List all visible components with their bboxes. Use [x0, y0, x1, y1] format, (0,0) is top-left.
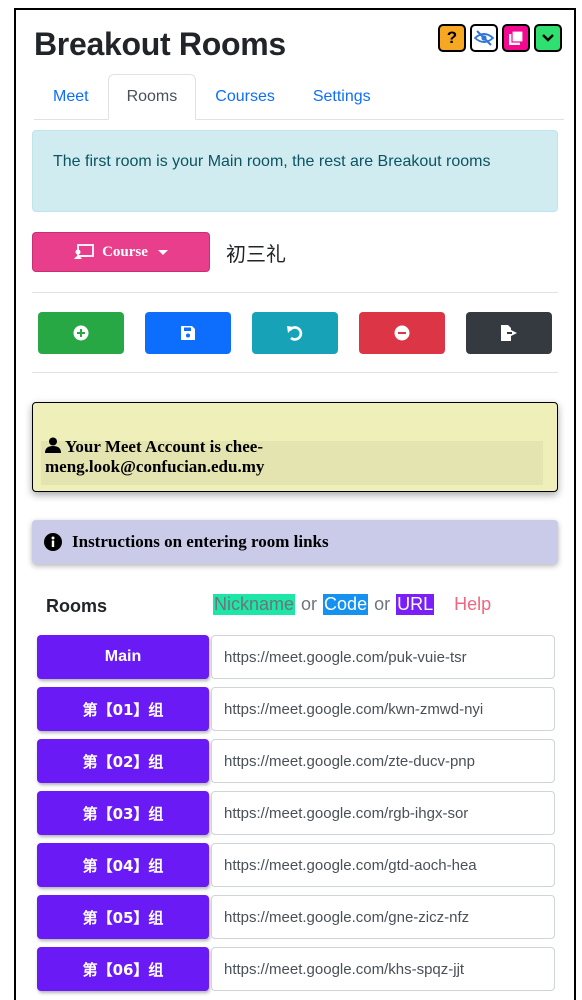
room-button-01[interactable]: 第【01】组: [37, 687, 209, 731]
legend-or: or: [301, 594, 318, 614]
tab-rooms[interactable]: Rooms: [107, 74, 197, 120]
room-button-02[interactable]: 第【02】组: [37, 739, 209, 783]
course-button-label: Course: [102, 243, 148, 260]
tab-meet[interactable]: Meet: [34, 74, 108, 119]
tab-bar: Meet Rooms Courses Settings: [34, 74, 564, 120]
room-link-input[interactable]: [211, 843, 555, 887]
hide-eye-icon[interactable]: [470, 24, 498, 52]
divider: [32, 292, 558, 293]
room-row: 第【05】组: [37, 895, 555, 939]
add-room-button[interactable]: [38, 312, 124, 354]
tab-courses[interactable]: Courses: [196, 74, 294, 119]
course-dropdown-button[interactable]: Course: [32, 232, 210, 272]
instructions-label: Instructions on entering room links: [72, 532, 329, 551]
rooms-heading: Rooms: [46, 596, 108, 616]
room-link-input[interactable]: [211, 739, 555, 783]
room-row: 第【04】组: [37, 843, 555, 887]
chevron-down-icon[interactable]: [534, 24, 562, 52]
page-title: Breakout Rooms: [34, 26, 286, 62]
room-button-main[interactable]: Main: [37, 635, 209, 679]
room-row: 第【02】组: [37, 739, 555, 783]
meet-account-text: Your Meet Account is chee-meng.look@conf…: [45, 437, 465, 476]
chalkboard-teacher-icon: [74, 244, 94, 259]
extension-panel: Breakout Rooms ? Meet Rooms Courses Sett…: [14, 8, 576, 1000]
save-button[interactable]: [145, 312, 231, 354]
room-link-input[interactable]: [211, 687, 555, 731]
room-link-input[interactable]: [211, 895, 555, 939]
course-row: Course 初三礼: [32, 232, 558, 276]
help-link[interactable]: Help: [454, 594, 491, 615]
rooms-legend: Nickname or Code or URL Help: [213, 594, 491, 615]
room-link-input[interactable]: [211, 791, 555, 835]
undo-button[interactable]: [252, 312, 338, 354]
undo-icon: [287, 326, 303, 341]
room-row: 第【01】组: [37, 687, 555, 731]
info-alert: The first room is your Main room, the re…: [32, 130, 558, 212]
caret-down-icon: [157, 249, 168, 255]
info-circle-icon: [44, 533, 62, 551]
instructions-toggle[interactable]: Instructions on entering room links: [32, 520, 558, 564]
file-export-icon: [501, 325, 517, 341]
room-button-04[interactable]: 第【04】组: [37, 843, 209, 887]
room-row: Main: [37, 635, 555, 679]
room-link-input[interactable]: [211, 635, 555, 679]
divider: [32, 372, 558, 373]
floppy-disk-icon: [181, 326, 195, 340]
window-icon[interactable]: [502, 24, 530, 52]
help-label: ?: [446, 28, 458, 47]
room-row: 第【06】组: [37, 947, 555, 991]
legend-or: or: [374, 594, 391, 614]
export-button[interactable]: [466, 312, 552, 354]
remove-room-button[interactable]: [359, 312, 445, 354]
user-icon: [45, 437, 61, 457]
legend-code: Code: [323, 594, 369, 615]
meet-account-card: Your Meet Account is chee-meng.look@conf…: [32, 402, 558, 492]
plus-circle-icon: [73, 325, 89, 341]
action-toolbar: [38, 312, 552, 354]
room-row: 第【03】组: [37, 791, 555, 835]
room-link-input[interactable]: [211, 947, 555, 991]
room-button-05[interactable]: 第【05】组: [37, 895, 209, 939]
legend-nickname: Nickname: [213, 594, 296, 615]
room-list: Main 第【01】组 第【02】组 第【03】组 第【04】组 第【05】组 …: [37, 635, 555, 999]
minus-circle-icon: [394, 325, 410, 341]
legend-url: URL: [396, 594, 435, 615]
help-icon[interactable]: ?: [438, 24, 466, 52]
selected-course-name: 初三礼: [226, 242, 286, 266]
account-label: Your Meet Account is chee-meng.look@conf…: [45, 437, 265, 476]
header-toolbar: ?: [438, 24, 562, 52]
tab-settings[interactable]: Settings: [294, 74, 390, 119]
room-button-06[interactable]: 第【06】组: [37, 947, 209, 991]
room-button-03[interactable]: 第【03】组: [37, 791, 209, 835]
